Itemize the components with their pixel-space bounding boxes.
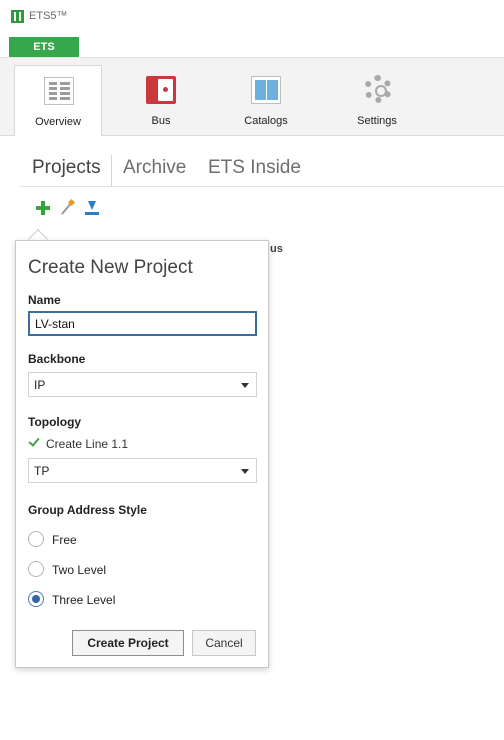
wizard-wand-icon[interactable] [59, 200, 75, 216]
radio-circle [28, 531, 44, 547]
popup-title: Create New Project [28, 257, 193, 278]
add-project-icon[interactable] [35, 200, 51, 216]
backbone-select[interactable]: IP [28, 372, 257, 397]
import-icon[interactable] [84, 200, 100, 216]
ribbon-tab-label: Overview [35, 116, 81, 128]
ets-logo-icon [11, 10, 24, 23]
project-name-input[interactable] [28, 311, 257, 336]
radio-circle-selected [28, 591, 44, 607]
radio-label: Free [52, 533, 77, 547]
radio-label: Two Level [52, 563, 107, 577]
settings-gear-icon [364, 75, 392, 103]
ribbon-tab-label: Settings [357, 115, 397, 127]
background-column-header: us [270, 243, 283, 255]
create-project-popup: Create New Project Name Backbone IP Topo… [15, 240, 269, 668]
overview-icon [44, 77, 74, 105]
tab-projects[interactable]: Projects [32, 157, 101, 179]
ribbon-tab-label: Catalogs [244, 115, 288, 127]
chevron-down-icon [241, 469, 249, 474]
tabs-underline [20, 186, 504, 187]
ribbon-tab-settings[interactable]: Settings [333, 65, 421, 135]
chevron-down-icon [241, 383, 249, 388]
ribbon-tab-overview[interactable]: Overview [14, 65, 102, 136]
backbone-label: Backbone [28, 352, 86, 366]
tab-separator [111, 155, 112, 186]
create-project-button[interactable]: Create Project [72, 630, 184, 656]
ribbon: Overview Bus Catalogs Settings [0, 58, 504, 136]
catalogs-icon [251, 76, 281, 104]
radio-label: Three Level [52, 593, 116, 607]
tab-ets-inside[interactable]: ETS Inside [208, 157, 301, 179]
bus-icon [146, 76, 176, 104]
radio-circle [28, 561, 44, 577]
title-bar: ETS5™ [0, 0, 504, 34]
ribbon-tab-catalogs[interactable]: Catalogs [222, 65, 310, 135]
ribbon-tab-label: Bus [151, 115, 171, 127]
name-label: Name [28, 293, 61, 307]
create-line-label: Create Line 1.1 [46, 437, 129, 451]
cancel-button[interactable]: Cancel [192, 630, 256, 656]
checkmark-icon [28, 435, 40, 447]
ribbon-tab-bus[interactable]: Bus [117, 65, 205, 135]
ets-main-tab[interactable]: ETS [9, 37, 79, 57]
medium-select[interactable]: TP [28, 458, 257, 483]
app-title: ETS5™ [29, 10, 68, 22]
medium-value: TP [34, 464, 50, 478]
tab-archive[interactable]: Archive [123, 157, 186, 179]
backbone-value: IP [34, 378, 46, 392]
topology-label: Topology [28, 415, 82, 429]
group-address-style-label: Group Address Style [28, 503, 147, 517]
